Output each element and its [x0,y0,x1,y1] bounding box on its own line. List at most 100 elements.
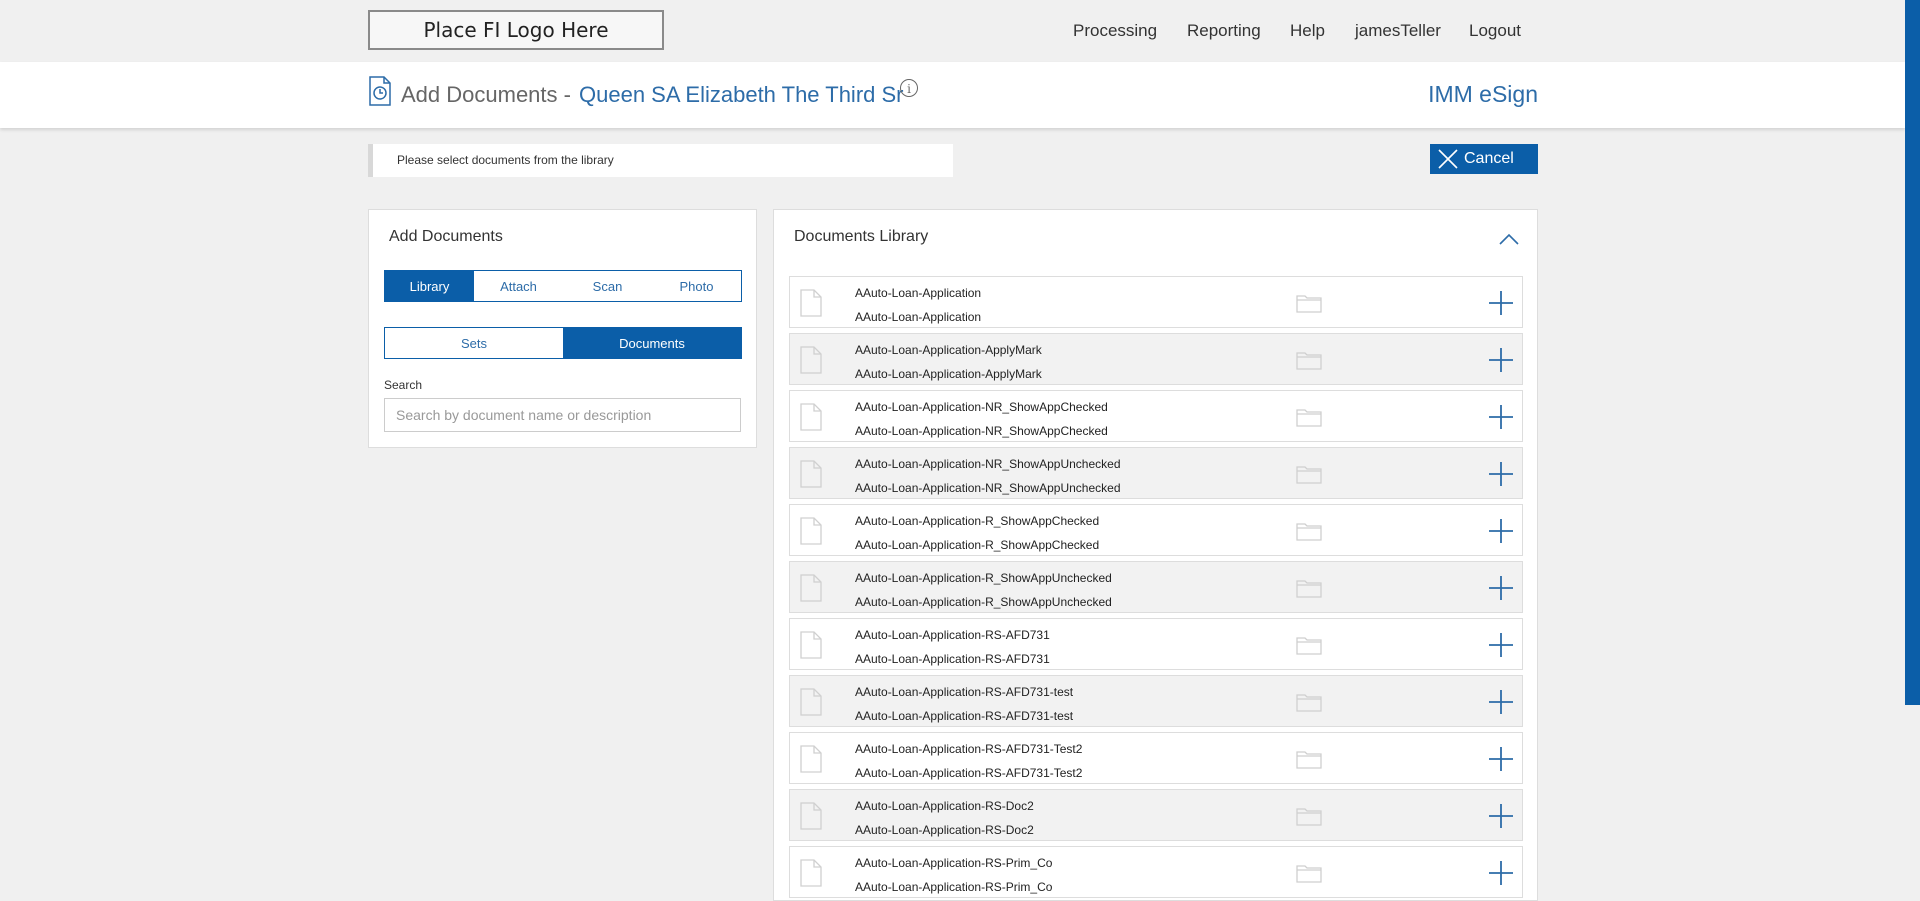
add-icon[interactable] [1488,347,1514,378]
documents-library-panel: Documents Library AAuto-Loan-Application… [773,209,1538,901]
folder-icon [1296,350,1322,375]
document-history-icon [368,76,392,111]
document-icon [800,631,822,664]
documents-library-title: Documents Library [794,228,929,245]
tab-documents[interactable]: Documents [563,328,741,358]
tab-scan[interactable]: Scan [563,271,652,301]
document-description: AAuto-Loan-Application-R_ShowAppUnchecke… [855,595,1112,609]
document-row[interactable]: AAuto-Loan-Application-R_ShowAppUnchecke… [789,561,1523,613]
add-icon[interactable] [1488,746,1514,777]
folder-icon [1296,692,1322,717]
document-row[interactable]: AAuto-Loan-Application AAuto-Loan-Applic… [789,276,1523,328]
tab-sets[interactable]: Sets [385,328,563,358]
close-icon [1438,149,1458,169]
document-description: AAuto-Loan-Application-RS-AFD731-Test2 [855,766,1083,780]
add-icon[interactable] [1488,461,1514,492]
document-name: AAuto-Loan-Application-NR_ShowAppChecked [855,400,1108,414]
document-description: AAuto-Loan-Application-NR_ShowAppChecked [855,424,1108,438]
title-band [0,62,1905,128]
folder-icon [1296,464,1322,489]
folder-icon [1296,863,1322,888]
add-icon[interactable] [1488,632,1514,663]
document-icon [800,289,822,322]
cancel-label: Cancel [1464,150,1514,167]
folder-icon [1296,749,1322,774]
document-name: AAuto-Loan-Application-ApplyMark [855,343,1042,357]
document-name: AAuto-Loan-Application-RS-AFD731-test [855,685,1074,699]
add-icon[interactable] [1488,860,1514,891]
document-name: AAuto-Loan-Application-RS-Prim_Co [855,856,1053,870]
add-icon[interactable] [1488,404,1514,435]
nav-reporting[interactable]: Reporting [1187,21,1261,41]
document-description: AAuto-Loan-Application-R_ShowAppChecked [855,538,1100,552]
folder-icon [1296,521,1322,546]
instruction-message: Please select documents from the library [368,144,953,177]
document-row[interactable]: AAuto-Loan-Application-RS-Doc2 AAuto-Loa… [789,789,1523,841]
document-name: AAuto-Loan-Application-RS-AFD731 [855,628,1050,642]
nav-processing[interactable]: Processing [1073,21,1157,41]
document-description: AAuto-Loan-Application-RS-AFD731-test [855,709,1074,723]
document-row[interactable]: AAuto-Loan-Application-NR_ShowAppChecked… [789,390,1523,442]
document-icon [800,745,822,778]
add-documents-title: Add Documents [389,228,503,245]
document-icon [800,517,822,550]
brand-name: IMM eSign [1428,81,1538,107]
document-icon [800,346,822,379]
type-tabs: Sets Documents [384,327,742,359]
customer-name: Queen SA Elizabeth The Third Sr [579,82,904,107]
document-row[interactable]: AAuto-Loan-Application-ApplyMark AAuto-L… [789,333,1523,385]
document-row[interactable]: AAuto-Loan-Application-RS-AFD731-Test2 A… [789,732,1523,784]
document-row[interactable]: AAuto-Loan-Application-RS-AFD731 AAuto-L… [789,618,1523,670]
document-icon [800,859,822,892]
tab-photo[interactable]: Photo [652,271,741,301]
document-icon [800,688,822,721]
document-description: AAuto-Loan-Application-RS-Doc2 [855,823,1034,837]
add-documents-panel: Add Documents Library Attach Scan Photo … [368,209,757,448]
cancel-button[interactable]: Cancel [1430,144,1538,174]
document-description: AAuto-Loan-Application-ApplyMark [855,367,1042,381]
document-name: AAuto-Loan-Application-NR_ShowAppUncheck… [855,457,1121,471]
folder-icon [1296,578,1322,603]
page-title: Add Documents - [401,82,571,107]
document-description: AAuto-Loan-Application-NR_ShowAppUncheck… [855,481,1121,495]
search-label: Search [384,378,423,392]
source-tabs: Library Attach Scan Photo [384,270,742,302]
document-list: AAuto-Loan-Application AAuto-Loan-Applic… [789,276,1523,900]
info-icon[interactable]: i [900,79,918,97]
document-name: AAuto-Loan-Application-RS-AFD731-Test2 [855,742,1083,756]
nav-user[interactable]: jamesTeller [1355,21,1441,41]
document-row[interactable]: AAuto-Loan-Application-RS-AFD731-test AA… [789,675,1523,727]
folder-icon [1296,407,1322,432]
add-icon[interactable] [1488,518,1514,549]
document-row[interactable]: AAuto-Loan-Application-R_ShowAppChecked … [789,504,1523,556]
document-name: AAuto-Loan-Application-RS-Doc2 [855,799,1034,813]
document-name: AAuto-Loan-Application [855,286,982,300]
document-icon [800,460,822,493]
document-icon [800,574,822,607]
document-description: AAuto-Loan-Application-RS-AFD731 [855,652,1050,666]
add-icon[interactable] [1488,575,1514,606]
add-icon[interactable] [1488,689,1514,720]
document-name: AAuto-Loan-Application-R_ShowAppUnchecke… [855,571,1112,585]
search-input[interactable] [384,398,741,432]
document-row[interactable]: AAuto-Loan-Application-NR_ShowAppUncheck… [789,447,1523,499]
document-icon [800,403,822,436]
document-description: AAuto-Loan-Application-RS-Prim_Co [855,880,1053,894]
nav-logout[interactable]: Logout [1469,21,1521,41]
add-icon[interactable] [1488,290,1514,321]
folder-icon [1296,293,1322,318]
nav-help[interactable]: Help [1290,21,1325,41]
add-icon[interactable] [1488,803,1514,834]
document-name: AAuto-Loan-Application-R_ShowAppChecked [855,514,1100,528]
tab-library[interactable]: Library [385,271,474,301]
scrollbar[interactable] [1905,0,1920,705]
document-description: AAuto-Loan-Application [855,310,982,324]
tab-attach[interactable]: Attach [474,271,563,301]
top-bar: Place FI Logo Here Processing Reporting … [0,0,1920,62]
document-row[interactable]: AAuto-Loan-Application-RS-Prim_Co AAuto-… [789,846,1523,898]
folder-icon [1296,806,1322,831]
logo-placeholder: Place FI Logo Here [368,10,664,50]
document-icon [800,802,822,835]
folder-icon [1296,635,1322,660]
chevron-up-icon[interactable] [1499,232,1519,250]
